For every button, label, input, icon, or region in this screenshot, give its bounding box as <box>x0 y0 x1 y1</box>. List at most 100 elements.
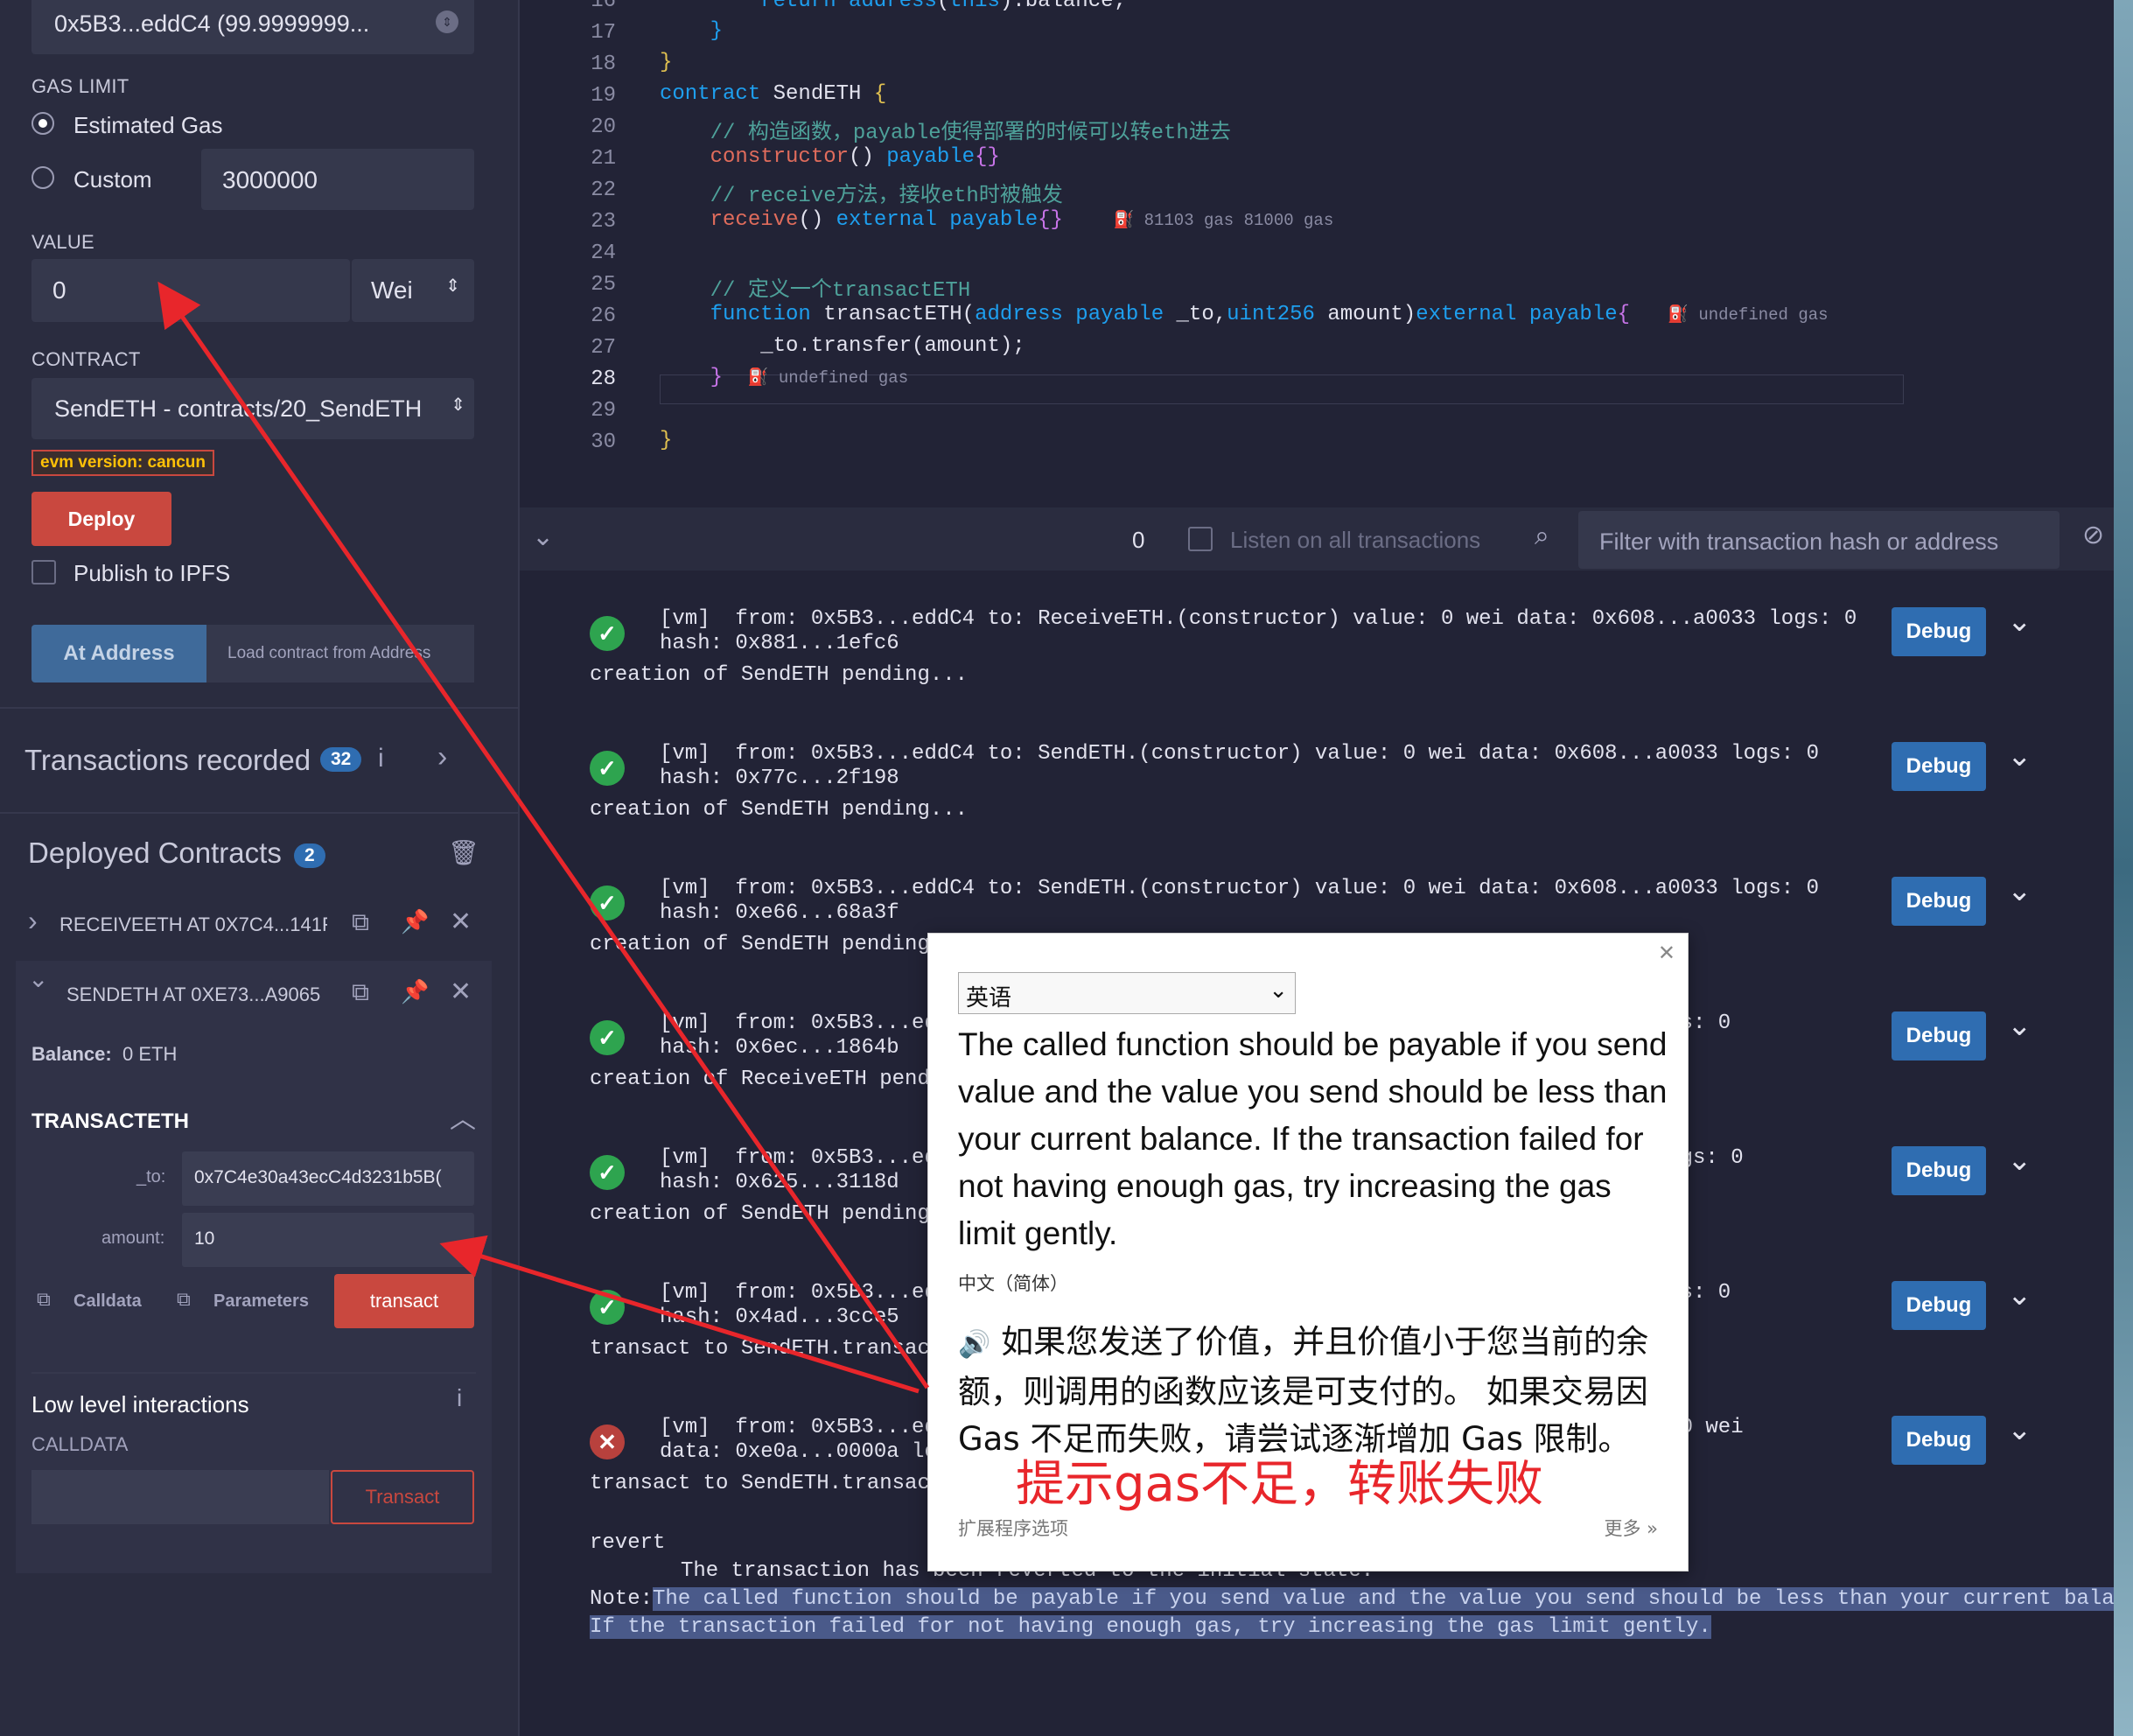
code-line-26: function transactETH(address payable _to… <box>710 303 1829 326</box>
more-link[interactable]: 更多 » <box>1604 1515 1658 1541</box>
calldata-button[interactable]: Calldata <box>73 1292 142 1312</box>
tx-line-3: creation of ReceiveETH pending <box>590 1068 969 1091</box>
balance-label: Balance: <box>31 1043 112 1065</box>
english-text: The called function should be payable if… <box>958 1026 1668 1251</box>
speaker-icon[interactable]: 🔊 <box>958 1329 990 1360</box>
tx-line-2: hash: 0x4ad...3cce5 <box>660 1306 899 1329</box>
pin-icon[interactable]: 📌 <box>401 908 429 935</box>
code-editor[interactable]: 16 17 18 19 20 21 22 23 24 25 26 27 28 29 30 return ad… <box>520 0 2133 508</box>
account-stepper-icon[interactable]: ⇕ <box>436 10 458 33</box>
transactions-count-badge: 32 <box>320 747 362 772</box>
success-icon: ✓ <box>590 1020 625 1055</box>
chevron-right-icon: › <box>28 905 38 936</box>
tx-line-2: hash: 0x6ec...1864b <box>660 1036 899 1060</box>
note-label: Note: <box>590 1587 654 1611</box>
value-label: VALUE <box>31 231 95 253</box>
parameters-copy-icon[interactable]: ⧉ <box>177 1288 191 1311</box>
language-select[interactable]: 英语 ⌄ <box>958 972 1296 1014</box>
value-amount: 0 <box>52 276 66 304</box>
line-number: 22 <box>591 178 616 202</box>
param-to-input[interactable]: 0x7C4e30a43ecC4d3231b5B( <box>182 1152 474 1206</box>
debug-button[interactable]: Debug <box>1892 877 1986 926</box>
tx-line-2: hash: 0x625...3118d <box>660 1171 899 1194</box>
function-name: TRANSACTETH <box>31 1110 189 1133</box>
divider <box>0 812 518 814</box>
copy-icon[interactable]: ⧉ <box>352 908 369 937</box>
custom-gas-input[interactable]: 3000000 <box>201 149 474 210</box>
collapse-terminal-icon[interactable]: ⌄ <box>532 522 554 552</box>
debug-button[interactable]: Debug <box>1892 742 1986 791</box>
annotation-text: 提示gas不足，转账失败 <box>1016 1456 1544 1513</box>
line-number: 20 <box>591 116 616 139</box>
chevron-down-icon[interactable]: ⌄ <box>2007 873 2032 908</box>
listen-all-checkbox[interactable] <box>1188 527 1213 551</box>
info-icon[interactable]: i <box>457 1384 462 1412</box>
contract-select[interactable]: SendETH - contracts/20_SendETH ⇕ <box>31 378 474 439</box>
extension-options-link[interactable]: 扩展程序选项 <box>958 1515 1068 1541</box>
info-icon[interactable]: i <box>378 744 384 774</box>
line-number: 25 <box>591 273 616 297</box>
param-to-label: _to: <box>136 1167 166 1186</box>
chinese-translation: 如果您发送了价值，并且价值小于您当前的余额，则调用的函数应该是可支付的。 如果交… <box>958 1323 1649 1458</box>
trash-icon[interactable]: 🗑 <box>448 838 479 867</box>
calldata-input[interactable] <box>31 1470 329 1524</box>
tx-line-2: hash: 0x881...1efc6 <box>660 632 899 655</box>
transact-button[interactable]: transact <box>334 1274 474 1328</box>
transactions-recorded-row[interactable]: Transactions recorded 32 i › <box>0 732 518 793</box>
estimated-gas-radio[interactable] <box>31 112 54 135</box>
at-address-button[interactable]: At Address <box>31 625 206 682</box>
divider <box>0 707 518 709</box>
debug-button[interactable]: Debug <box>1892 1281 1986 1330</box>
close-icon[interactable]: ✕ <box>1658 941 1675 966</box>
debug-button[interactable]: Debug <box>1892 1012 1986 1060</box>
low-level-transact-button[interactable]: Transact <box>331 1470 474 1524</box>
debug-button[interactable]: Debug <box>1892 607 1986 656</box>
clear-terminal-icon[interactable]: ⊘ <box>2082 520 2104 550</box>
parameters-button[interactable]: Parameters <box>213 1292 309 1312</box>
success-icon: ✓ <box>590 1155 625 1190</box>
terminal-toolbar: ⌄ 0 Listen on all transactions ⌕ Filter … <box>520 508 2133 570</box>
param-amount-input[interactable]: 10 <box>182 1213 474 1267</box>
tx-line-3: creation of SendETH pending... <box>590 1202 969 1226</box>
tx-line-3: transact to SendETH.transactET <box>590 1472 969 1495</box>
value-unit-select[interactable]: Wei ⇕ <box>352 259 474 322</box>
custom-gas-radio[interactable] <box>31 166 54 189</box>
publish-ipfs-checkbox[interactable] <box>31 560 56 584</box>
success-icon: ✓ <box>590 1290 625 1325</box>
line-number: 27 <box>591 336 616 360</box>
chevron-down-icon[interactable]: ⌄ <box>2007 738 2032 774</box>
close-icon[interactable]: ✕ <box>450 906 472 937</box>
custom-gas-value: 3000000 <box>222 166 318 193</box>
chevron-down-icon[interactable]: ⌄ <box>2007 1008 2032 1043</box>
calldata-copy-icon[interactable]: ⧉ <box>37 1288 51 1311</box>
deploy-button[interactable]: Deploy <box>31 492 171 546</box>
pin-icon[interactable]: 📌 <box>401 978 429 1005</box>
debug-button[interactable]: Debug <box>1892 1146 1986 1195</box>
chevron-down-icon[interactable]: ⌄ <box>2007 604 2032 639</box>
chevron-down-icon[interactable]: ⌄ <box>2007 1412 2032 1447</box>
deployed-contract-receiveeth[interactable]: › RECEIVEETH AT 0X7C4...141F ⧉ 📌 ✕ <box>0 905 518 947</box>
chevron-down-icon[interactable]: ⌄ <box>28 964 48 993</box>
param-to-value: 0x7C4e30a43ecC4d3231b5B( <box>194 1167 442 1187</box>
close-icon[interactable]: ✕ <box>450 976 472 1007</box>
account-select[interactable]: 0x5B3...eddC4 (99.9999999... ⇕ <box>31 0 474 54</box>
gas-estimate-end: undefined gas <box>778 368 909 388</box>
filter-input[interactable]: Filter with transaction hash or address <box>1578 511 2060 569</box>
error-icon: ✕ <box>590 1424 625 1460</box>
chevron-up-icon[interactable]: ︿ <box>450 1097 476 1136</box>
chevron-down-icon[interactable]: ⌄ <box>2007 1278 2032 1312</box>
line-number: 24 <box>591 242 616 265</box>
desktop-background-strip <box>2114 0 2133 1736</box>
load-contract-input[interactable]: Load contract from Address <box>206 625 474 682</box>
chinese-text: 🔊 如果您发送了价值，并且价值小于您当前的余额，则调用的函数应该是可支付的。 如… <box>958 1319 1675 1463</box>
value-input[interactable]: 0 <box>31 259 350 322</box>
success-icon: ✓ <box>590 886 625 920</box>
chevron-right-icon[interactable]: › <box>437 740 447 774</box>
chevron-down-icon[interactable]: ⌄ <box>2007 1143 2032 1178</box>
custom-gas-label: Custom <box>73 166 152 192</box>
debug-button[interactable]: Debug <box>1892 1416 1986 1465</box>
code-line-19: contract SendETH { <box>660 82 887 106</box>
copy-icon[interactable]: ⧉ <box>352 978 369 1007</box>
line-number: 30 <box>591 430 616 454</box>
tx-line-2: data: 0xe0a...0000a lo <box>660 1440 937 1464</box>
